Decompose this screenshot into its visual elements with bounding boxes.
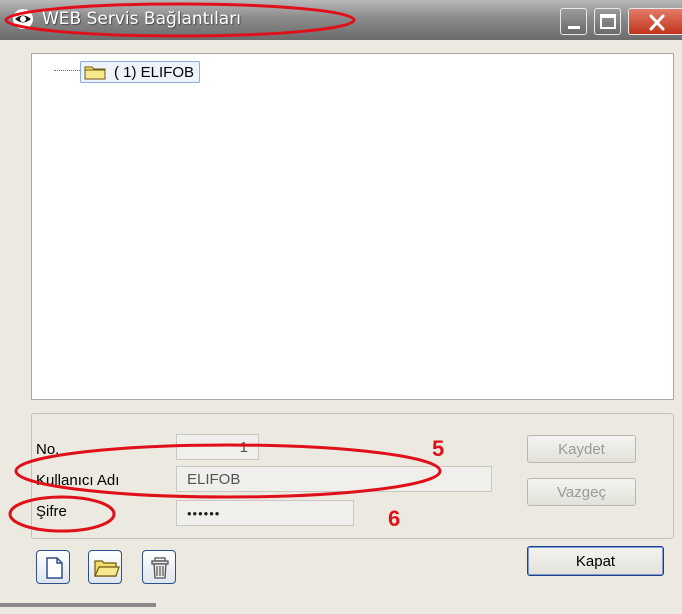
no-field[interactable]: 1 bbox=[176, 434, 259, 460]
web-services-window: WEB Servis Bağlantıları ( 1) ELIFOB No. … bbox=[0, 0, 682, 614]
close-icon bbox=[649, 14, 665, 31]
minimize-icon bbox=[568, 26, 580, 29]
username-label: Kullanıcı Adı bbox=[36, 472, 120, 489]
window-bottom-edge bbox=[0, 603, 156, 607]
tree-node-elifob[interactable]: ( 1) ELIFOB bbox=[80, 61, 201, 83]
maximize-icon bbox=[600, 14, 616, 29]
open-button[interactable] bbox=[88, 550, 122, 584]
delete-button[interactable] bbox=[142, 550, 176, 584]
minimize-button[interactable] bbox=[560, 8, 587, 35]
window-title: WEB Servis Bağlantıları bbox=[42, 9, 241, 29]
maximize-button[interactable] bbox=[594, 8, 621, 35]
annotation-marker-6: 6 bbox=[388, 506, 401, 531]
tree-node-label: ( 1) ELIFOB bbox=[114, 63, 195, 81]
open-folder-icon bbox=[94, 560, 120, 577]
password-field[interactable]: •••••• bbox=[176, 500, 354, 526]
password-label: Şifre bbox=[36, 503, 67, 520]
no-label: No. bbox=[36, 441, 60, 458]
new-button[interactable] bbox=[36, 550, 70, 584]
delete-icon bbox=[151, 557, 169, 579]
eye-icon bbox=[13, 9, 33, 29]
save-button[interactable]: Kaydet bbox=[527, 435, 636, 463]
username-field[interactable]: ELIFOB bbox=[176, 466, 492, 492]
connection-tree[interactable]: ( 1) ELIFOB bbox=[31, 53, 674, 400]
cancel-button[interactable]: Vazgeç bbox=[527, 478, 636, 506]
tree-connector bbox=[54, 70, 80, 71]
folder-icon bbox=[84, 66, 106, 80]
new-document-icon bbox=[46, 557, 63, 579]
close-button[interactable]: Kapat bbox=[527, 546, 664, 576]
annotation-marker-5: 5 bbox=[432, 436, 445, 461]
close-window-button[interactable] bbox=[628, 8, 682, 35]
title-bar[interactable]: WEB Servis Bağlantıları bbox=[0, 0, 682, 40]
